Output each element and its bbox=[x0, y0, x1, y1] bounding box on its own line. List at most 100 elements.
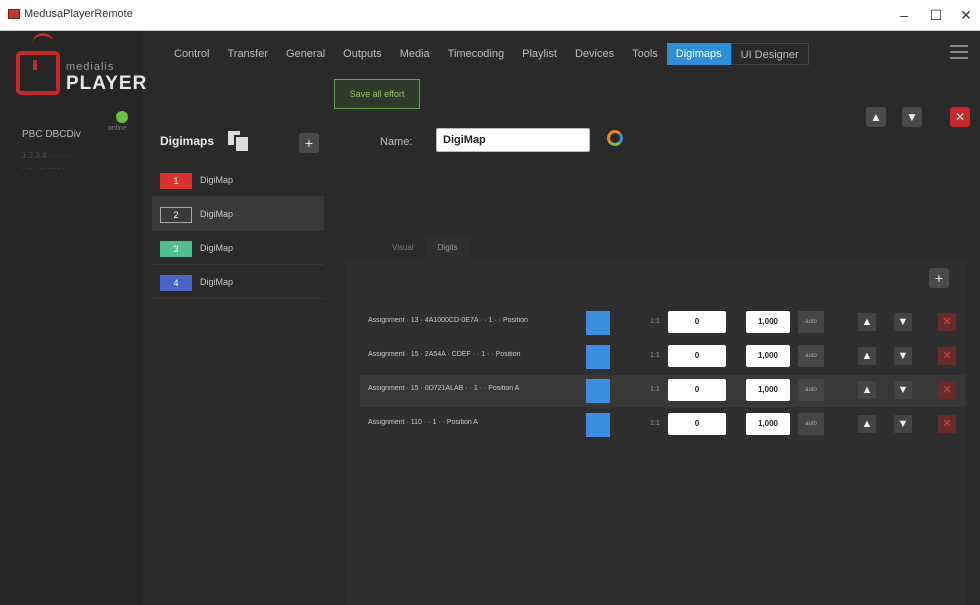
list-item[interactable]: 3 DigiMap bbox=[152, 231, 324, 265]
from-value-field[interactable]: 0 bbox=[668, 345, 726, 367]
name-input[interactable] bbox=[436, 128, 590, 152]
from-value-field[interactable]: 0 bbox=[668, 413, 726, 435]
plus-icon: + bbox=[934, 270, 944, 286]
server-info-line: 1.2.3.4 ·· ·· · ·· bbox=[22, 151, 75, 160]
server-status-label: online bbox=[108, 125, 127, 132]
logo-mark bbox=[16, 51, 60, 95]
logo-subtitle: medialis bbox=[66, 61, 115, 73]
add-digimap-button[interactable]: + bbox=[299, 133, 319, 153]
delete-icon[interactable]: ✕ bbox=[938, 415, 956, 433]
table-row: Assignment · 110 · · 1 · · Position A 1:… bbox=[360, 409, 965, 441]
tab-outputs[interactable]: Outputs bbox=[334, 43, 391, 65]
to-value-field[interactable]: 1,000 bbox=[746, 345, 790, 367]
delete-map-button[interactable]: ✕ bbox=[950, 107, 970, 127]
app-body: medialis PLAYER online PBC DBCDiv 1.2.3.… bbox=[0, 31, 980, 605]
delete-icon[interactable]: ✕ bbox=[938, 347, 956, 365]
tab-digimaps[interactable]: Digimaps bbox=[666, 43, 731, 65]
color-swatch[interactable] bbox=[586, 345, 610, 369]
editor-tabs: Visual Digits bbox=[380, 237, 470, 259]
tab-control[interactable]: Control bbox=[165, 43, 218, 65]
range-label: 1:1 bbox=[650, 318, 660, 325]
arrow-down-icon[interactable]: ▼ bbox=[894, 313, 912, 331]
map-number-badge: 3 bbox=[160, 241, 192, 257]
delete-icon[interactable]: ✕ bbox=[938, 381, 956, 399]
server-name[interactable]: PBC DBCDiv bbox=[22, 129, 81, 140]
arrow-up-icon[interactable]: ▲ bbox=[858, 347, 876, 365]
move-down-button[interactable]: ▼ bbox=[902, 107, 922, 127]
tab-media[interactable]: Media bbox=[391, 43, 439, 65]
range-label: 1:1 bbox=[650, 420, 660, 427]
table-row: Assignment · 15 · 2A54A · CDEF · · 1 · ·… bbox=[360, 341, 965, 373]
map-number-badge: 1 bbox=[160, 173, 192, 189]
arrow-down-icon[interactable]: ▼ bbox=[894, 381, 912, 399]
mode-button[interactable]: auto bbox=[798, 379, 824, 401]
map-number-badge: 4 bbox=[160, 275, 192, 291]
add-assignment-button[interactable]: + bbox=[929, 268, 949, 288]
tab-tools[interactable]: Tools bbox=[623, 43, 667, 65]
main-nav: Control Transfer General Outputs Media T… bbox=[165, 43, 809, 65]
map-label: DigiMap bbox=[200, 277, 234, 287]
to-value-field[interactable]: 1,000 bbox=[746, 311, 790, 333]
tab-general[interactable]: General bbox=[277, 43, 334, 65]
tab-devices[interactable]: Devices bbox=[566, 43, 623, 65]
map-label: DigiMap bbox=[200, 243, 234, 253]
digimaps-heading: Digimaps bbox=[160, 134, 215, 148]
copy-icon[interactable] bbox=[228, 131, 248, 151]
minimize-button[interactable]: – bbox=[886, 4, 922, 26]
assignment-text: Assignment · 13 · 4A1000CD-0E7A · · 1 · … bbox=[368, 317, 528, 324]
from-value-field[interactable]: 0 bbox=[668, 311, 726, 333]
save-all-button[interactable]: Save all effort bbox=[334, 79, 420, 109]
table-row: Assignment · 13 · 4A1000CD-0E7A · · 1 · … bbox=[360, 307, 965, 339]
table-row: Assignment · 15 · 0D721ALAB · · 1 · · Po… bbox=[360, 375, 965, 407]
tab-transfer[interactable]: Transfer bbox=[218, 43, 277, 65]
arrow-up-icon[interactable]: ▲ bbox=[858, 381, 876, 399]
list-item[interactable]: 1 DigiMap bbox=[152, 163, 324, 197]
logo-title: PLAYER bbox=[66, 73, 148, 94]
tab-ui-designer[interactable]: UI Designer bbox=[730, 43, 809, 65]
range-label: 1:1 bbox=[650, 386, 660, 393]
plus-icon: + bbox=[304, 135, 314, 151]
tab-digits[interactable]: Digits bbox=[425, 237, 470, 259]
color-swatch[interactable] bbox=[586, 311, 610, 335]
arrow-up-icon: ▲ bbox=[870, 110, 882, 124]
window-title: MedusaPlayerRemote bbox=[24, 8, 133, 20]
map-number-badge: 2 bbox=[160, 207, 192, 223]
arrow-down-icon[interactable]: ▼ bbox=[894, 347, 912, 365]
list-item[interactable]: 2 DigiMap bbox=[152, 197, 324, 231]
arrow-down-icon: ▼ bbox=[906, 110, 918, 124]
tab-playlist[interactable]: Playlist bbox=[513, 43, 566, 65]
close-button[interactable]: ✕ bbox=[948, 4, 980, 26]
move-up-button[interactable]: ▲ bbox=[866, 107, 886, 127]
to-value-field[interactable]: 1,000 bbox=[746, 413, 790, 435]
tab-timecoding[interactable]: Timecoding bbox=[439, 43, 513, 65]
map-label: DigiMap bbox=[200, 209, 234, 219]
server-info-line: · ·· · ·· ··· · ·· bbox=[22, 164, 68, 173]
window-titlebar: MedusaPlayerRemote – ☐ ✕ bbox=[0, 0, 980, 31]
server-status-icon bbox=[116, 111, 128, 123]
app-logo: medialis PLAYER bbox=[12, 33, 146, 99]
to-value-field[interactable]: 1,000 bbox=[746, 379, 790, 401]
mode-button[interactable]: auto bbox=[798, 311, 824, 333]
arrow-down-icon[interactable]: ▼ bbox=[894, 415, 912, 433]
hamburger-menu-icon[interactable] bbox=[950, 45, 968, 59]
list-item[interactable]: 4 DigiMap bbox=[152, 265, 324, 299]
color-swatch[interactable] bbox=[586, 413, 610, 437]
range-label: 1:1 bbox=[650, 352, 660, 359]
assignment-text: Assignment · 15 · 0D721ALAB · · 1 · · Po… bbox=[368, 385, 520, 392]
tab-visual[interactable]: Visual bbox=[380, 237, 426, 259]
assignment-text: Assignment · 15 · 2A54A · CDEF · · 1 · ·… bbox=[368, 351, 521, 358]
from-value-field[interactable]: 0 bbox=[668, 379, 726, 401]
left-rail: medialis PLAYER online PBC DBCDiv 1.2.3.… bbox=[0, 31, 146, 605]
map-label: DigiMap bbox=[200, 175, 234, 185]
color-picker-icon[interactable] bbox=[607, 130, 623, 146]
arrow-up-icon[interactable]: ▲ bbox=[858, 313, 876, 331]
digimap-list: 1 DigiMap 2 DigiMap 3 DigiMap 4 DigiMap bbox=[152, 163, 324, 299]
mode-button[interactable]: auto bbox=[798, 413, 824, 435]
color-swatch[interactable] bbox=[586, 379, 610, 403]
name-label: Name: bbox=[380, 136, 413, 148]
arrow-up-icon[interactable]: ▲ bbox=[858, 415, 876, 433]
mode-button[interactable]: auto bbox=[798, 345, 824, 367]
app-icon bbox=[8, 9, 20, 19]
assignment-text: Assignment · 110 · · 1 · · Position A bbox=[368, 419, 478, 426]
delete-icon[interactable]: ✕ bbox=[938, 313, 956, 331]
